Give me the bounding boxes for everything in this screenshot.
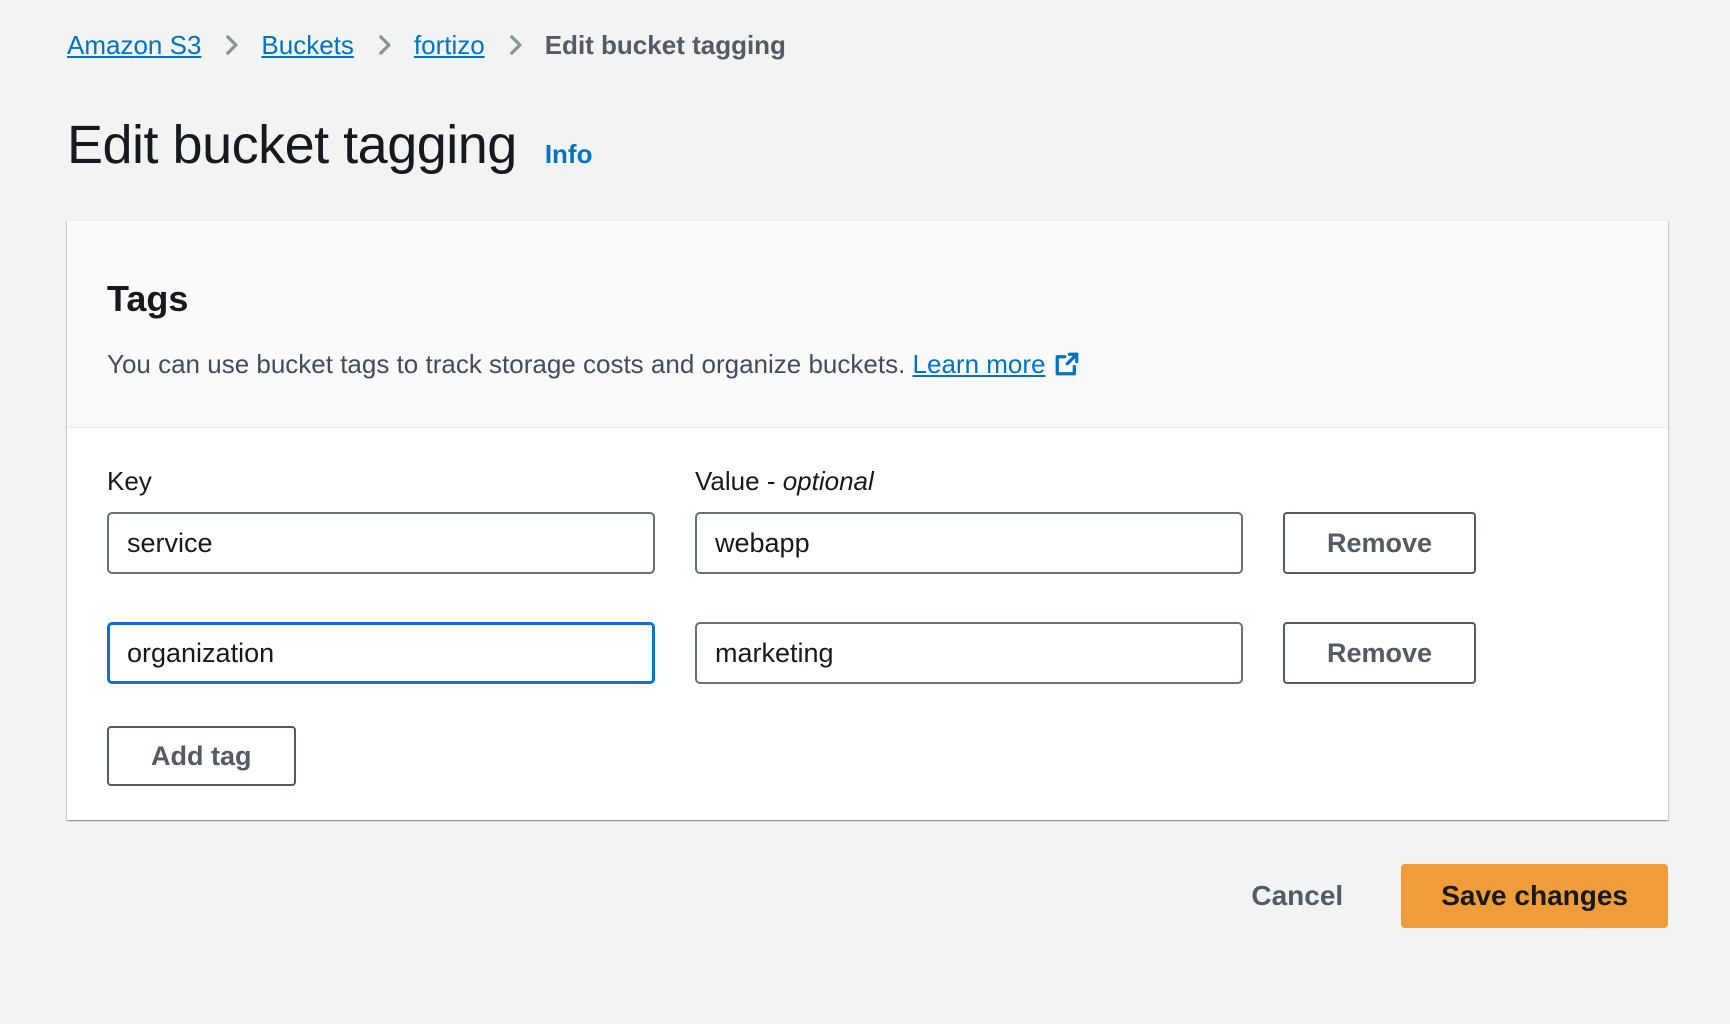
chevron-right-icon <box>218 32 244 58</box>
remove-tag-button-2[interactable]: Remove <box>1283 622 1476 684</box>
learn-more-link[interactable]: Learn more <box>913 349 1046 379</box>
breadcrumb-current: Edit bucket tagging <box>545 30 786 61</box>
tags-panel-body: Key Value - optional Remove Remove Add t… <box>67 428 1668 820</box>
info-link[interactable]: Info <box>545 139 593 170</box>
page-title: Edit bucket tagging <box>67 114 517 176</box>
tags-panel: Tags You can use bucket tags to track st… <box>67 220 1668 820</box>
breadcrumb-link-amazon-s3[interactable]: Amazon S3 <box>67 28 201 62</box>
panel-heading: Tags <box>107 277 1628 321</box>
remove-tag-button-1[interactable]: Remove <box>1283 512 1476 574</box>
breadcrumb: Amazon S3 Buckets fortizo Edit bucket ta… <box>67 28 1668 62</box>
tag-value-input-2[interactable] <box>695 622 1243 684</box>
chevron-right-icon <box>502 32 528 58</box>
tag-key-input-2[interactable] <box>107 622 655 684</box>
add-tag-button[interactable]: Add tag <box>107 726 296 786</box>
panel-description: You can use bucket tags to track storage… <box>107 347 1628 385</box>
tag-row-2: Remove <box>107 622 1628 684</box>
key-column-label: Key <box>107 464 655 498</box>
tags-panel-header: Tags You can use bucket tags to track st… <box>67 221 1668 428</box>
breadcrumb-link-bucket-fortizo[interactable]: fortizo <box>414 28 485 62</box>
breadcrumb-link-buckets[interactable]: Buckets <box>261 28 354 62</box>
cancel-button[interactable]: Cancel <box>1251 880 1343 912</box>
chevron-right-icon <box>371 32 397 58</box>
panel-description-text: You can use bucket tags to track storage… <box>107 349 905 379</box>
external-link-icon <box>1054 353 1080 383</box>
column-labels: Key Value - optional <box>107 464 1628 498</box>
tag-key-input-1[interactable] <box>107 512 655 574</box>
tag-row-1: Remove <box>107 512 1628 574</box>
tag-value-input-1[interactable] <box>695 512 1243 574</box>
page: Amazon S3 Buckets fortizo Edit bucket ta… <box>0 28 1730 928</box>
footer-actions: Cancel Save changes <box>67 864 1668 928</box>
value-column-label: Value - optional <box>695 464 1243 498</box>
save-changes-button[interactable]: Save changes <box>1401 864 1668 928</box>
